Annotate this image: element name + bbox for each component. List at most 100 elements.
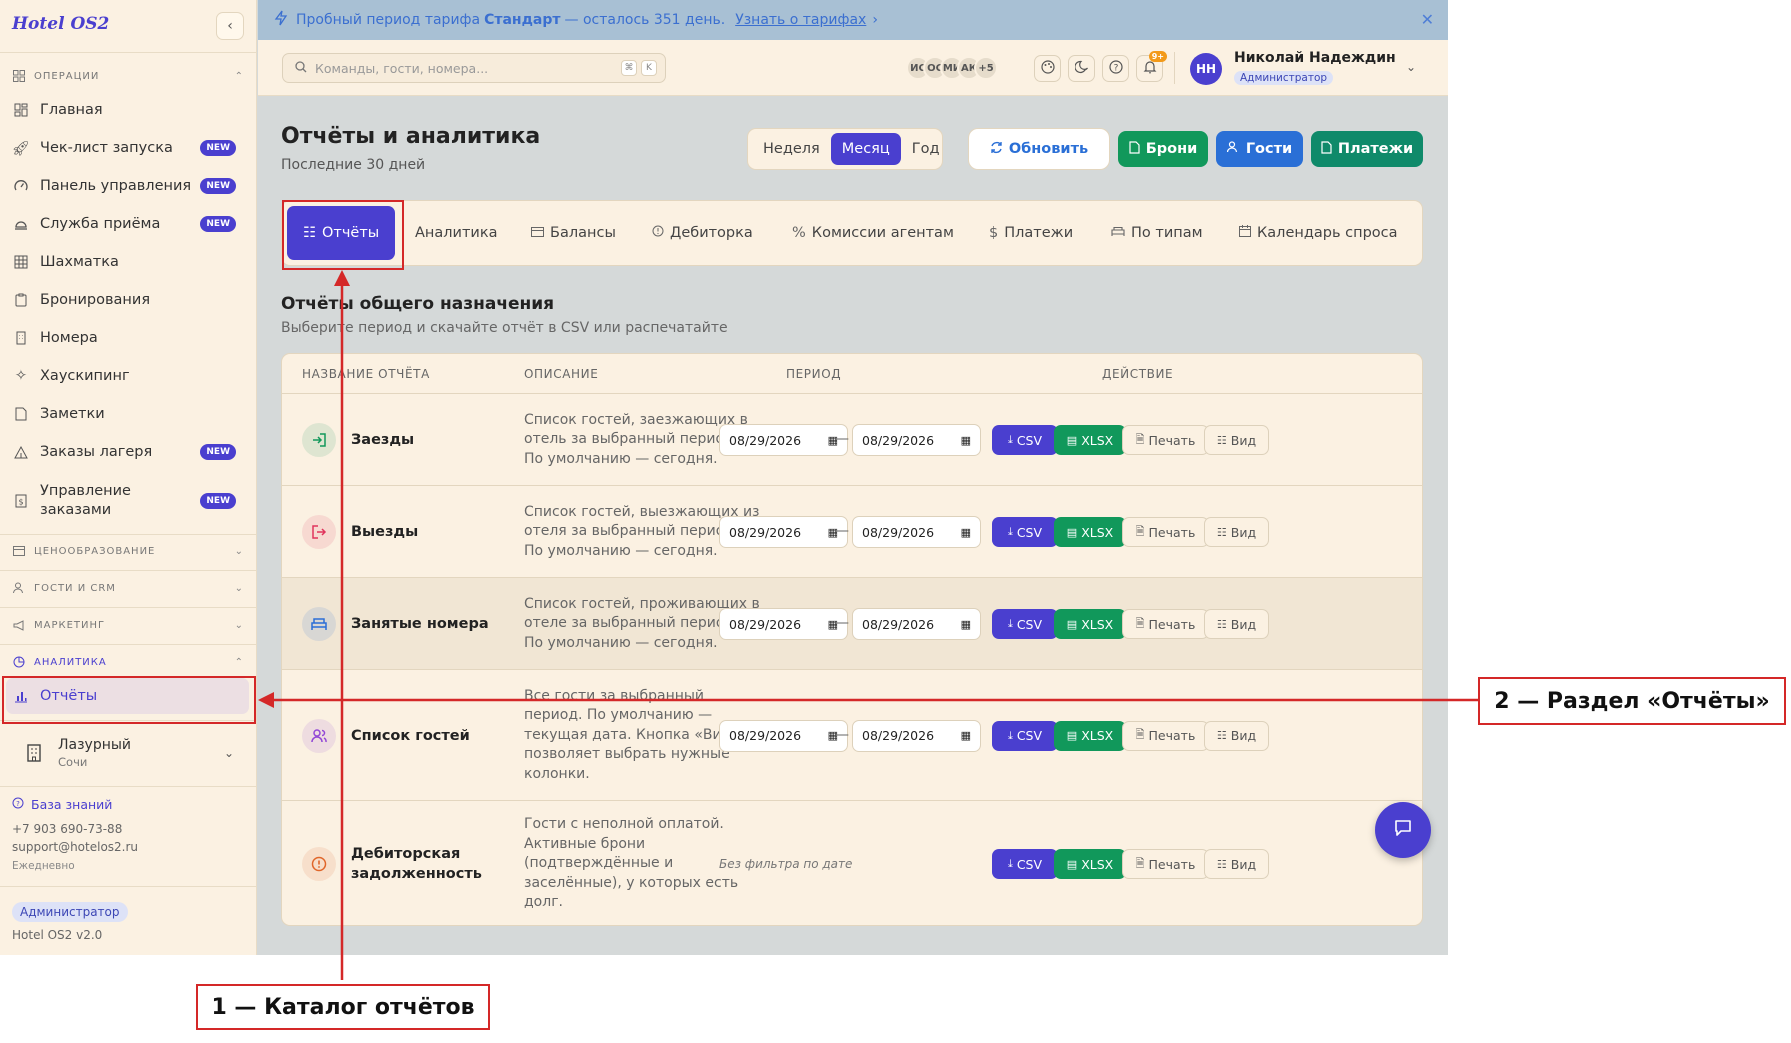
- sidebar-item-grid[interactable]: Шахматка: [12, 252, 244, 272]
- close-banner-button[interactable]: ✕: [1421, 10, 1434, 29]
- sidebar-item-control-panel[interactable]: Панель управления NEW: [12, 176, 244, 196]
- page-title: Отчёты и аналитика: [281, 124, 541, 149]
- tab-receivables[interactable]: Дебиторка: [652, 201, 753, 265]
- date-to-input[interactable]: 08/29/2026 ▦: [852, 719, 981, 752]
- sidebar-item-launch-checklist[interactable]: 🚀︎ Чек-лист запуска NEW: [12, 138, 244, 158]
- xlsx-button[interactable]: ▤ XLSX: [1054, 720, 1126, 751]
- section-label: АНАЛИТИКА: [34, 656, 107, 668]
- date-separator: —: [835, 431, 849, 447]
- knowledge-base-link[interactable]: ? База знаний: [12, 797, 112, 812]
- clipboard-icon: [12, 291, 30, 309]
- tab-by-type[interactable]: По типам: [1111, 201, 1203, 265]
- tab-analytics[interactable]: Аналитика: [415, 201, 498, 265]
- print-button[interactable]: 🗎︎ Печать: [1122, 425, 1209, 455]
- xlsx-button[interactable]: ▤ XLSX: [1054, 849, 1126, 879]
- user-name[interactable]: Николай Надеждин: [1234, 50, 1396, 66]
- sidebar-item-home[interactable]: Главная: [12, 100, 244, 120]
- csv-button[interactable]: ⤓ CSV: [992, 849, 1058, 879]
- print-button[interactable]: 🗎︎ Печать: [1122, 720, 1209, 751]
- knowledge-base-label: База знаний: [31, 797, 113, 812]
- sidebar-item-bookings[interactable]: Бронирования: [12, 290, 244, 310]
- section-analytics[interactable]: АНАЛИТИКА ⌃: [12, 654, 244, 670]
- support-phone[interactable]: +7 903 690-73-88: [12, 822, 122, 836]
- date-to-input[interactable]: 08/29/2026 ▦: [852, 424, 981, 456]
- date-from-input[interactable]: 08/29/2026 ▦: [719, 516, 848, 548]
- bell-service-icon: [12, 215, 30, 233]
- payments-button[interactable]: Платежи: [1311, 131, 1423, 167]
- chevron-down-icon[interactable]: ⌄: [1406, 60, 1416, 74]
- xlsx-button[interactable]: ▤ XLSX: [1054, 609, 1126, 639]
- download-icon: ⤓: [1007, 857, 1013, 870]
- tab-balances[interactable]: Балансы: [531, 201, 616, 265]
- action-label: Вид: [1230, 616, 1257, 632]
- date-from-input[interactable]: 08/29/2026 ▦: [719, 719, 848, 752]
- notifications-button[interactable]: 9+: [1136, 51, 1167, 82]
- print-button[interactable]: 🗎︎ Печать: [1122, 517, 1209, 547]
- refresh-button[interactable]: Обновить: [968, 128, 1110, 170]
- action-label: XLSX: [1081, 616, 1114, 632]
- xlsx-button[interactable]: ▤ XLSX: [1054, 517, 1126, 547]
- new-badge: NEW: [200, 178, 236, 194]
- view-columns-button[interactable]: ☷ Вид: [1204, 609, 1269, 639]
- period-week[interactable]: Неделя: [752, 133, 831, 165]
- logo: Hotel OS2: [12, 14, 110, 34]
- columns-icon: ☷: [1216, 617, 1227, 631]
- date-to-input[interactable]: 08/29/2026 ▦: [852, 516, 981, 548]
- view-columns-button[interactable]: ☷ Вид: [1204, 720, 1269, 751]
- xlsx-button[interactable]: ▤ XLSX: [1054, 425, 1126, 455]
- date-from-input[interactable]: 08/29/2026 ▦: [719, 424, 848, 456]
- view-columns-button[interactable]: ☷ Вид: [1204, 849, 1269, 879]
- tab-demand-calendar[interactable]: Календарь спроса: [1239, 201, 1398, 265]
- section-guests-crm[interactable]: ГОСТИ И CRM ⌄: [12, 580, 244, 596]
- period-year[interactable]: Год: [901, 133, 951, 165]
- section-operations[interactable]: ОПЕРАЦИИ ⌃: [12, 68, 244, 84]
- spreadsheet-icon: ▤: [1066, 433, 1078, 447]
- sidebar-item-front-desk[interactable]: Служба приёма NEW: [12, 214, 244, 234]
- search-icon: [295, 60, 307, 76]
- theme-palette-button[interactable]: [1034, 55, 1061, 82]
- new-badge: NEW: [200, 140, 236, 156]
- help-circle-icon: ?: [1108, 59, 1123, 78]
- hotel-switcher[interactable]: Лазурный Сочи ⌄: [12, 730, 244, 776]
- sidebar-item-housekeeping[interactable]: ✧ Хаускипинг: [12, 366, 244, 386]
- dark-mode-button[interactable]: [1068, 55, 1095, 82]
- view-columns-button[interactable]: ☷ Вид: [1204, 425, 1269, 455]
- collapse-sidebar-button[interactable]: ‹: [216, 12, 244, 40]
- tab-agent-commissions[interactable]: % Комиссии агентам: [792, 201, 954, 265]
- csv-button[interactable]: ⤓ CSV: [992, 720, 1058, 751]
- online-users[interactable]: ИС ОС МИ АК +5: [906, 56, 998, 80]
- date-value: 08/29/2026: [729, 524, 802, 540]
- sidebar-item-camp-orders[interactable]: Заказы лагеря NEW: [12, 442, 244, 462]
- section-marketing[interactable]: МАРКЕТИНГ ⌄: [12, 617, 244, 633]
- pricing-link[interactable]: Узнать о тарифах: [735, 12, 866, 28]
- date-from-input[interactable]: 08/29/2026 ▦: [719, 608, 848, 640]
- sidebar-item-notes[interactable]: Заметки: [12, 404, 244, 424]
- csv-button[interactable]: ⤓ CSV: [992, 517, 1058, 547]
- chat-button[interactable]: [1375, 802, 1431, 858]
- users-icon: [12, 581, 26, 595]
- user-avatar[interactable]: НН: [1190, 53, 1222, 85]
- date-to-input[interactable]: 08/29/2026 ▦: [852, 608, 981, 640]
- document-icon: 🗎︎: [1135, 728, 1145, 741]
- sidebar-item-label: Шахматка: [40, 254, 119, 270]
- reports-table: НАЗВАНИЕ ОТЧЁТА ОПИСАНИЕ ПЕРИОД ДЕЙСТВИЕ…: [281, 353, 1423, 926]
- sidebar-item-order-management[interactable]: $ Управление заказами NEW: [12, 480, 244, 522]
- bookings-button[interactable]: Брони: [1118, 131, 1208, 167]
- section-pricing[interactable]: ЦЕНООБРАЗОВАНИЕ ⌄: [12, 543, 244, 559]
- csv-button[interactable]: ⤓ CSV: [992, 425, 1058, 455]
- print-button[interactable]: 🗎︎ Печать: [1122, 609, 1209, 639]
- view-columns-button[interactable]: ☷ Вид: [1204, 517, 1269, 547]
- sidebar-item-rooms[interactable]: Номера: [12, 328, 244, 348]
- help-button[interactable]: ?: [1102, 55, 1129, 82]
- support-email[interactable]: support@hotelos2.ru: [12, 840, 138, 854]
- avatar-more[interactable]: +5: [974, 56, 998, 80]
- tab-payments[interactable]: $ Платежи: [989, 201, 1073, 265]
- csv-button[interactable]: ⤓ CSV: [992, 609, 1058, 639]
- download-icon: ⤓: [1007, 433, 1013, 446]
- rocket-icon: 🚀︎: [11, 140, 31, 157]
- guests-button[interactable]: Гости: [1216, 131, 1303, 167]
- period-month[interactable]: Месяц: [830, 133, 901, 165]
- print-button[interactable]: 🗎︎ Печать: [1122, 849, 1209, 879]
- banner-plan: Стандарт: [484, 12, 561, 28]
- search-input[interactable]: Команды, гости, номера... ⌘ K: [282, 53, 666, 83]
